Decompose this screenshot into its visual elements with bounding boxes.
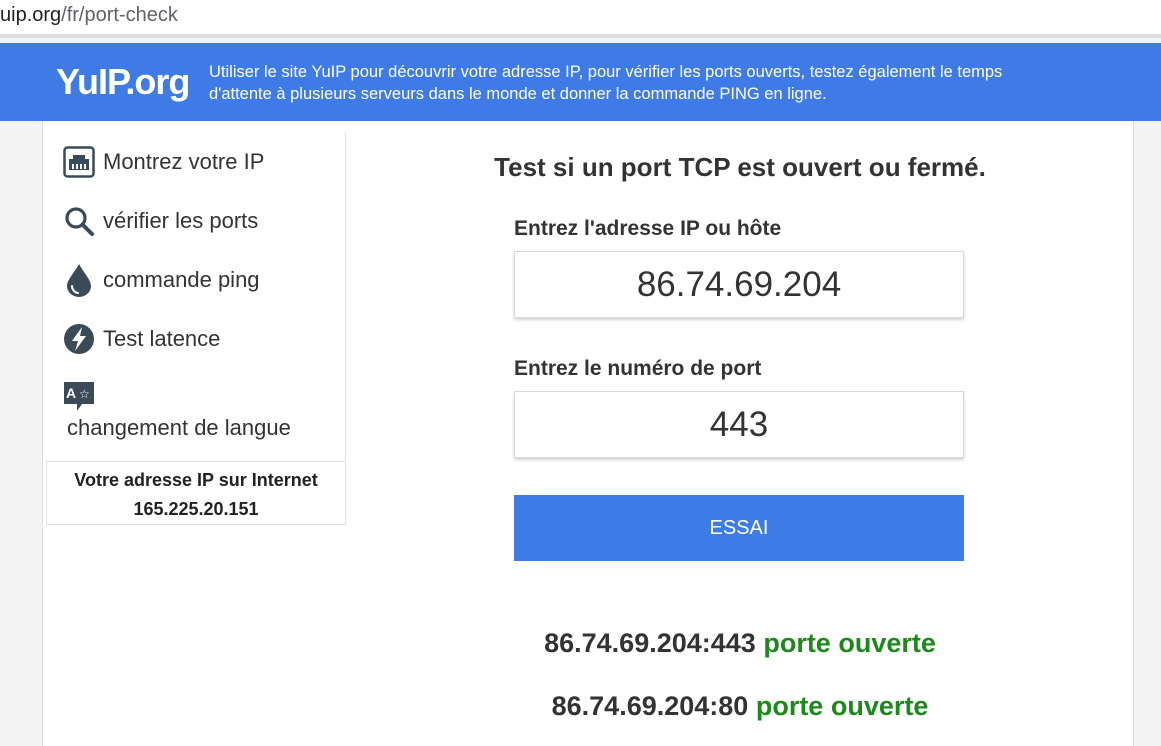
sidebar-item-ping[interactable]: commande ping	[62, 262, 260, 298]
port-input[interactable]	[514, 391, 964, 458]
host-field-label: Entrez l'adresse IP ou hôte	[514, 217, 782, 240]
site-header: YuIP.org Utiliser le site YuIP pour déco…	[0, 43, 1161, 121]
tagline-line-2: d'attente à plusieurs serveurs dans le m…	[209, 85, 827, 103]
translate-icon[interactable]: A ☆	[62, 380, 96, 414]
result-line: 86.74.69.204:443 porte ouverte	[400, 628, 1080, 659]
result-target: 86.74.69.204:443	[544, 628, 756, 658]
sidebar-item-label: Test latence	[103, 326, 221, 351]
sidebar-item-show-ip[interactable]: Montrez votre IP	[62, 144, 264, 180]
url-host: uip.org	[0, 4, 62, 26]
sidebar-item-latency[interactable]: Test latence	[62, 321, 220, 357]
result-line: 86.74.69.204:80 porte ouverte	[400, 691, 1080, 722]
tagline-line-1: Utiliser le site YuIP pour découvrir vot…	[209, 63, 1003, 81]
result-target: 86.74.69.204:80	[551, 691, 749, 721]
language-switch-link[interactable]: changement de langue	[67, 415, 291, 441]
test-button[interactable]: ESSAI	[514, 495, 964, 561]
drop-icon	[62, 263, 96, 297]
site-tagline: Utiliser le site YuIP pour découvrir vot…	[209, 61, 1109, 105]
your-ip-box: Votre adresse IP sur Internet 165.225.20…	[46, 461, 346, 525]
sidebar-item-check-ports[interactable]: vérifier les ports	[62, 203, 258, 239]
address-bar[interactable]: uip.org/fr/port-check	[0, 0, 1161, 34]
result-status: porte ouverte	[763, 628, 936, 658]
lightning-icon	[62, 322, 96, 356]
site-logo[interactable]: YuIP.org	[56, 61, 190, 103]
host-input[interactable]	[514, 251, 964, 318]
page-title: Test si un port TCP est ouvert ou fermé.	[494, 152, 986, 182]
search-icon	[62, 204, 96, 238]
svg-text:A: A	[66, 385, 76, 401]
svg-text:☆: ☆	[79, 387, 90, 401]
sidebar-item-label: Montrez votre IP	[103, 149, 265, 174]
port-field-label: Entrez le numéro de port	[514, 357, 762, 380]
sidebar-item-label: commande ping	[103, 267, 260, 292]
your-ip-title: Votre adresse IP sur Internet	[74, 470, 318, 490]
sidebar: Montrez votre IP vérifier les ports comm…	[46, 132, 346, 462]
your-ip-value: 165.225.20.151	[133, 499, 259, 519]
sidebar-item-label: vérifier les ports	[103, 208, 259, 233]
network-port-icon	[62, 145, 96, 179]
url-path: /fr/port-check	[61, 4, 178, 26]
result-status: porte ouverte	[755, 691, 929, 721]
